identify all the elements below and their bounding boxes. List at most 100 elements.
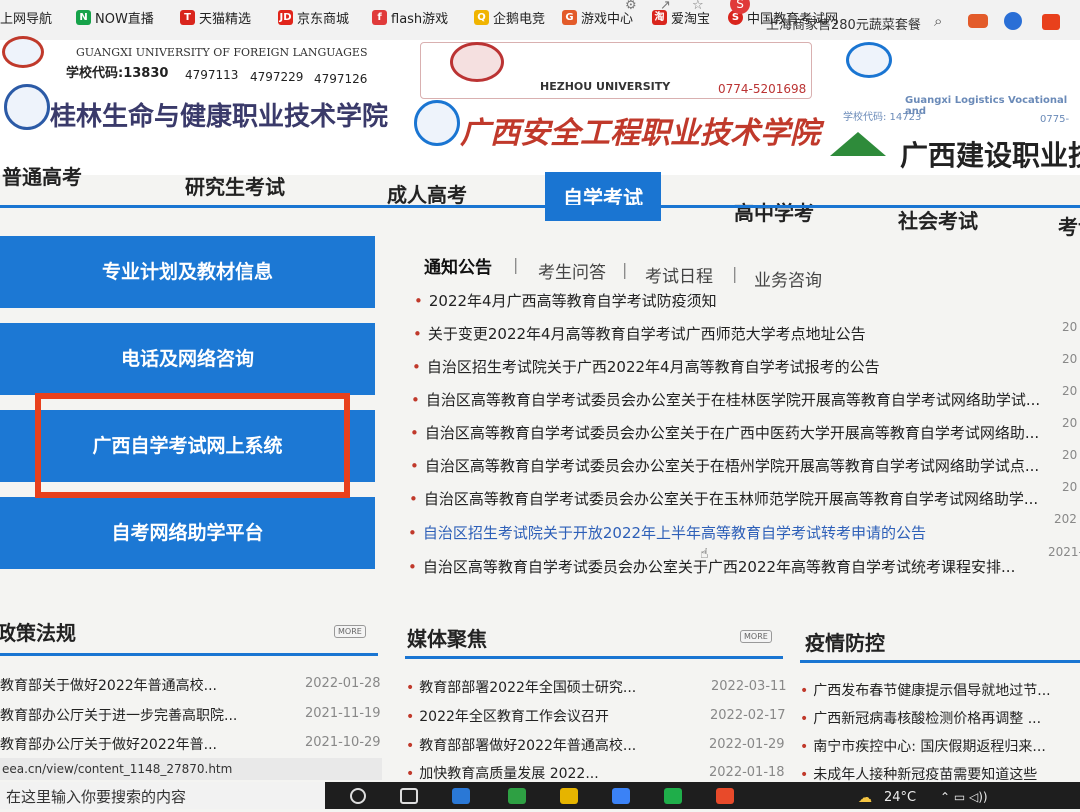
notice-title: 2022年4月广西高等教育自学考试防疫须知	[428, 292, 717, 310]
gift-icon[interactable]	[1042, 14, 1060, 30]
guangxi-safety-emblem-icon	[414, 100, 460, 146]
tab-schedule[interactable]: 考试日程	[645, 262, 713, 287]
logistics-phone: 0775-	[1040, 114, 1070, 125]
policy-item[interactable]: 教育部办公厅关于进一步完善高职院...	[0, 705, 237, 725]
now-live-icon: N	[76, 10, 91, 25]
tab-general-exam[interactable]: 普通高考	[2, 161, 82, 190]
main-nav: 普通高考 研究生考试 成人高考 自学考试 高中学考 社会考试 考试	[0, 165, 1080, 239]
wechat-icon[interactable]	[664, 788, 682, 804]
notice-title: 自治区招生考试院关于开放2022年上半年高等教育自学考试转考申请的公告	[422, 524, 927, 542]
media-item-title: 2022年全区教育工作会议召开	[419, 709, 609, 725]
notice-item[interactable]: • 自治区高等教育自学考试委员会办公室关于在梧州学院开展高等教育自学考试网络助学试…	[410, 455, 1039, 476]
share-icon[interactable]: ↗	[660, 0, 671, 13]
temperature: 24°C	[884, 790, 917, 805]
media-more-button[interactable]: MORE	[740, 630, 772, 643]
bookmark-penguin-esports[interactable]: Q 企鹅电竞	[474, 8, 545, 27]
system-tray-icons[interactable]: ⌃ ▭ ◁))	[940, 790, 988, 804]
star-icon[interactable]: ☆	[692, 0, 704, 13]
policy-item[interactable]: 教育部关于做好2022年普通高校...	[0, 675, 217, 695]
media-item[interactable]: • 2022年全区教育工作会议召开	[406, 706, 609, 726]
extension-icon[interactable]	[1004, 12, 1022, 30]
bookmark-flash-game[interactable]: f flash游戏	[372, 8, 448, 27]
school-logos-banner: GUANGXI UNIVERSITY OF FOREIGN LANGUAGES …	[0, 36, 1080, 175]
game-center-icon: G	[562, 10, 577, 25]
jd-icon: JD	[278, 10, 293, 25]
policy-item-date: 2021-11-19	[305, 706, 381, 721]
bookmark-tmall[interactable]: T 天猫精选	[180, 8, 251, 27]
tab-qa[interactable]: 考生问答	[538, 258, 606, 283]
media-item-date: 2022-01-18	[709, 765, 785, 780]
policy-item[interactable]: 教育部办公厅关于做好2022年普...	[0, 734, 217, 754]
media-item-title: 加快教育高质量发展 2022...	[419, 766, 599, 782]
tab-adult-exam[interactable]: 成人高考	[387, 179, 467, 208]
tab-exam-more[interactable]: 考试	[1058, 211, 1080, 240]
bookmark-label: 天猫精选	[199, 12, 252, 27]
media-item[interactable]: • 加快教育高质量发展 2022...	[406, 763, 599, 783]
bookmark-now-live[interactable]: N NOW直播	[76, 8, 154, 27]
epidemic-item-title: 未成年人接种新冠疫苗需要知道这些	[813, 767, 1038, 783]
guilin-school-name: 桂林生命与健康职业技术学院	[50, 102, 389, 132]
media-item-title: 教育部部署2022年全国硕士研究...	[419, 680, 637, 696]
policy-item-title: 教育部办公厅关于做好2022年普...	[0, 737, 217, 753]
tab-separator: |	[513, 255, 519, 274]
bookmark-nav[interactable]: 上网导航	[0, 8, 52, 27]
epidemic-item[interactable]: • 广西新冠病毒核酸检测价格再调整 ...	[800, 708, 1041, 728]
school-code: 学校代码:13830	[66, 66, 169, 81]
bookmarks-bar: 上网导航 N NOW直播 T 天猫精选 JD 京东商城 f flash游戏 Q 企鹅电竞 …	[0, 0, 1080, 41]
taskbar-search-input[interactable]: 在这里输入你要搜索的内容	[0, 782, 325, 809]
notice-item[interactable]: • 2022年4月广西高等教育自学考试防疫须知	[414, 290, 717, 311]
mail-icon[interactable]	[612, 788, 630, 804]
app-icon[interactable]	[508, 788, 526, 804]
notice-item[interactable]: • 关于变更2022年4月高等教育自学考试广西师范大学考点地址公告	[413, 323, 866, 344]
policy-more-button[interactable]: MORE	[334, 625, 366, 638]
file-explorer-icon[interactable]	[560, 788, 578, 804]
bookmark-game-center[interactable]: G 游戏中心	[562, 8, 633, 27]
logistics-school-code: 学校代码: 14723	[843, 112, 922, 123]
notice-item[interactable]: • 自治区高等教育自学考试委员会办公室关于在桂林医学院开展高等教育自学考试网络助学…	[411, 389, 1040, 410]
notice-item[interactable]: • 自治区招生考试院关于广西2022年4月高等教育自学考试报考的公告	[412, 356, 880, 377]
tab-business-consult[interactable]: 业务咨询	[754, 266, 822, 291]
bookmark-jd[interactable]: JD 京东商城	[278, 8, 349, 27]
media-item-title: 教育部部署做好2022年普通高校...	[419, 738, 637, 754]
media-underline	[405, 656, 783, 659]
task-view-icon[interactable]	[400, 788, 418, 804]
bookmark-label: 爱淘宝	[671, 12, 711, 27]
tab-self-study-exam[interactable]: 自学考试	[545, 172, 661, 221]
media-section-title: 媒体聚焦	[407, 627, 487, 651]
search-icon[interactable]: ⌕	[934, 12, 942, 30]
epidemic-item-title: 广西发布春节健康提示倡导就地过节...	[813, 683, 1051, 699]
search-suggestion[interactable]: 上海商家售280元蔬菜套餐	[766, 14, 921, 33]
policy-underline	[0, 653, 378, 656]
notice-date: 20	[1062, 384, 1078, 398]
notice-item[interactable]: • 自治区高等教育自学考试委员会办公室关于在玉林师范学院开展高等教育自学考试网络助…	[409, 488, 1038, 509]
penguin-esports-icon: Q	[474, 10, 489, 25]
notice-item[interactable]: • 自治区高等教育自学考试委员会办公室关于广西2022年高等教育自学考试统考课程安…	[408, 556, 1015, 577]
tab-high-school-exam[interactable]: 高中学考	[734, 197, 814, 226]
nav-underline	[0, 205, 1080, 208]
media-item[interactable]: • 教育部部署做好2022年普通高校...	[406, 735, 636, 755]
menu-phone-consult[interactable]: 电话及网络咨询	[0, 323, 375, 395]
menu-network-platform[interactable]: 自考网络助学平台	[0, 497, 375, 569]
gamepad-icon[interactable]	[968, 14, 988, 28]
menu-major-plan[interactable]: 专业计划及教材信息	[0, 236, 375, 308]
settings-icon[interactable]: ⚙	[625, 0, 637, 13]
epidemic-item[interactable]: • 南宁市疾控中心: 国庆假期返程归来...	[800, 736, 1046, 756]
epidemic-item[interactable]: • 广西发布春节健康提示倡导就地过节...	[800, 680, 1051, 700]
gxufl-emblem-icon	[2, 36, 44, 68]
tab-social-exam[interactable]: 社会考试	[898, 205, 978, 234]
phone-2: 4797229	[250, 70, 304, 84]
browser-icon[interactable]	[452, 788, 470, 804]
tab-notices[interactable]: 通知公告	[424, 253, 492, 278]
notice-item[interactable]: • 自治区高等教育自学考试委员会办公室关于在广西中医药大学开展高等教育自学考试网络…	[410, 422, 1039, 443]
highlight-box	[35, 393, 350, 498]
epidemic-item[interactable]: • 未成年人接种新冠疫苗需要知道这些	[800, 764, 1037, 784]
epidemic-item-title: 南宁市疾控中心: 国庆假期返程归来...	[813, 739, 1046, 755]
browser-2-icon[interactable]	[716, 788, 734, 804]
policy-item-title: 教育部办公厅关于进一步完善高职院...	[0, 708, 238, 724]
mouse-cursor-icon: ☝	[700, 546, 709, 562]
tab-graduate-exam[interactable]: 研究生考试	[185, 171, 285, 200]
cortana-icon[interactable]	[350, 788, 366, 804]
notice-date: 2021-	[1048, 545, 1080, 559]
media-item[interactable]: • 教育部部署2022年全国硕士研究...	[406, 677, 636, 697]
notice-item-hovered[interactable]: • 自治区招生考试院关于开放2022年上半年高等教育自学考试转考申请的公告	[408, 522, 926, 543]
